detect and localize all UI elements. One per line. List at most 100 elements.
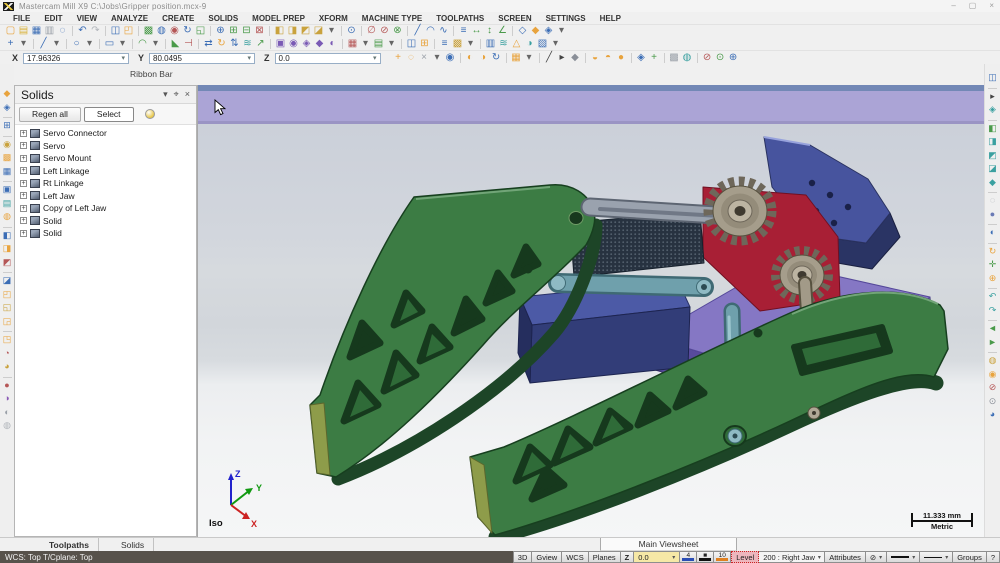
status-wcs-button[interactable]: WCS [562, 551, 589, 563]
gview-iso2-icon[interactable]: ◆ [986, 177, 999, 191]
tree-expander-icon[interactable]: + [20, 167, 27, 174]
cplane-color-swatch[interactable]: 10 [714, 551, 731, 563]
xform-scale-icon[interactable]: ↗ [254, 38, 267, 50]
note-create-icon[interactable]: ≡ [457, 25, 470, 37]
grid-settings-icon[interactable]: ▦ [510, 52, 523, 64]
menu-model-prep[interactable]: MODEL PREP [245, 14, 312, 23]
menu-help[interactable]: HELP [593, 14, 628, 23]
post-process-icon[interactable]: ▧ [536, 38, 549, 50]
split-face-icon[interactable]: ◩ [1, 257, 14, 271]
view-previous-icon[interactable]: ◄ [986, 323, 999, 337]
chamfer-icon[interactable]: ◣ [169, 38, 182, 50]
tree-item-rt-linkage[interactable]: +Rt Linkage [15, 177, 196, 190]
qm-result-icon[interactable]: ⊘ [701, 52, 714, 64]
groups-button[interactable]: Groups [953, 551, 987, 563]
dynamic-rotate-icon[interactable]: ↻ [986, 246, 999, 260]
status-help-button[interactable]: ? [987, 551, 1000, 563]
status-3d-button[interactable]: 3D [513, 551, 533, 563]
gview-dropdown-icon[interactable]: ▾ [325, 25, 338, 37]
gview-iso-icon[interactable]: ◪ [312, 25, 325, 37]
undo-icon[interactable]: ↶ [76, 25, 89, 37]
qm-wireframe-icon[interactable]: ▩ [668, 52, 681, 64]
hide-entities-icon[interactable]: ⊘ [986, 382, 999, 396]
xform-mirror-icon[interactable]: ⇅ [228, 38, 241, 50]
close-button[interactable]: × [989, 1, 994, 10]
select-entity-icon[interactable]: ▸ [986, 91, 999, 105]
mesh-dropdown-icon[interactable]: ▾ [385, 38, 398, 50]
dim-angle-icon[interactable]: ∠ [496, 25, 509, 37]
layout-a-icon[interactable]: ◳ [1, 334, 14, 348]
dim-vertical-icon[interactable]: ↕ [483, 25, 496, 37]
silhouette-icon[interactable]: ◉ [1, 139, 14, 153]
qm-all-icon[interactable]: ⊕ [727, 52, 740, 64]
status-z-field[interactable]: 0.0 ▾ [634, 551, 680, 563]
menu-solids[interactable]: SOLIDS [201, 14, 245, 23]
menu-view[interactable]: VIEW [70, 14, 104, 23]
attributes-button[interactable]: Attributes [825, 551, 866, 563]
tree-expander-icon[interactable]: + [20, 142, 27, 149]
trim-break-icon[interactable]: ⊣ [182, 38, 195, 50]
quick-mask-points-icon[interactable]: ◈ [635, 52, 648, 64]
viewsheet-new-icon[interactable]: ◫ [109, 25, 122, 37]
grid-settings-dropdown-icon[interactable]: ▾ [523, 52, 536, 64]
tree-item-solid[interactable]: +Solid [15, 215, 196, 228]
rotate-left-icon[interactable]: ↶ [986, 291, 999, 305]
unzoom-icon[interactable]: ⊠ [253, 25, 266, 37]
solid-sweep-icon[interactable]: ◈ [300, 38, 313, 50]
spline-create-icon[interactable]: ∿ [437, 25, 450, 37]
clip-planes-icon[interactable]: ◐ [986, 227, 999, 241]
gripper-assembly[interactable] [310, 137, 948, 537]
gview-wcs-icon[interactable]: ◧ [986, 123, 999, 137]
tree-item-solid[interactable]: +Solid [15, 227, 196, 240]
point-create-icon[interactable]: + [4, 38, 17, 50]
select-chain-icon[interactable]: ◈ [986, 104, 999, 118]
line-dropdown-icon[interactable]: ▾ [50, 38, 63, 50]
delete-duplicates-icon[interactable]: ⊘ [378, 25, 391, 37]
orient-body-icon[interactable]: ◰ [1, 289, 14, 303]
line-endpoints-icon[interactable]: ╱ [37, 38, 50, 50]
tree-expander-icon[interactable]: + [20, 192, 27, 199]
solid-loft-icon[interactable]: ◆ [313, 38, 326, 50]
status-gview-button[interactable]: Gview [532, 551, 562, 563]
isolate-icon[interactable]: ⊙ [986, 396, 999, 410]
save-file-icon[interactable]: ▦ [30, 25, 43, 37]
curve-tools-icon[interactable]: ◈ [1, 102, 14, 116]
grid-toggle-icon[interactable]: ▩ [451, 38, 464, 50]
print-icon[interactable]: ▥ [43, 25, 56, 37]
gview-front-icon[interactable]: ◨ [286, 25, 299, 37]
fillet-dropdown-icon[interactable]: ▾ [149, 38, 162, 50]
redo-icon[interactable]: ↷ [89, 25, 102, 37]
visibility-lamp-icon[interactable] [145, 109, 155, 119]
xform-translate-icon[interactable]: ⇄ [202, 38, 215, 50]
control-def-icon[interactable]: ≋ [497, 38, 510, 50]
layout-b-icon[interactable]: ◔ [1, 348, 14, 362]
point-dropdown-icon[interactable]: ▾ [17, 38, 30, 50]
dynamic-spin-icon[interactable]: ↻ [181, 25, 194, 37]
arc-create-icon[interactable]: ◠ [424, 25, 437, 37]
entity-color-swatch[interactable]: 4 [680, 551, 697, 563]
analyze-entity-icon[interactable]: ◉ [168, 25, 181, 37]
material-def-icon[interactable]: △ [510, 38, 523, 50]
grid-dropdown-icon[interactable]: ▾ [464, 38, 477, 50]
autocursor-clear-icon[interactable]: ◌ [405, 52, 418, 64]
tab-toolpaths[interactable]: Toolpaths [40, 538, 99, 551]
toolpath-contour-icon[interactable]: ◫ [405, 38, 418, 50]
select-all-icon[interactable]: ◒ [589, 52, 602, 64]
point-style-dropdown[interactable]: ⊘ ▾ [866, 551, 887, 563]
rotate-right-icon[interactable]: ↷ [986, 305, 999, 319]
undelete-icon[interactable]: ⊗ [391, 25, 404, 37]
grid-view-icon[interactable]: ▦ [1, 166, 14, 180]
viewsheet-copy-icon[interactable]: ◰ [122, 25, 135, 37]
push-pull-icon[interactable]: ◧ [1, 230, 14, 244]
mirror-body-icon[interactable]: ◲ [1, 316, 14, 330]
panel-collapse-icon[interactable]: ▾ [163, 89, 168, 100]
menu-settings[interactable]: SETTINGS [539, 14, 593, 23]
menu-machine-type[interactable]: MACHINE TYPE [355, 14, 429, 23]
cursor-off-icon[interactable]: × [418, 52, 431, 64]
toolpath-pocket-icon[interactable]: ⊞ [418, 38, 431, 50]
gview-top-icon[interactable]: ◧ [273, 25, 286, 37]
zoom-target-icon[interactable]: ⊕ [214, 25, 227, 37]
align-body-icon[interactable]: ◪ [1, 275, 14, 289]
gview-front2-icon[interactable]: ◩ [986, 150, 999, 164]
search-icon[interactable]: ◌ [56, 25, 69, 37]
